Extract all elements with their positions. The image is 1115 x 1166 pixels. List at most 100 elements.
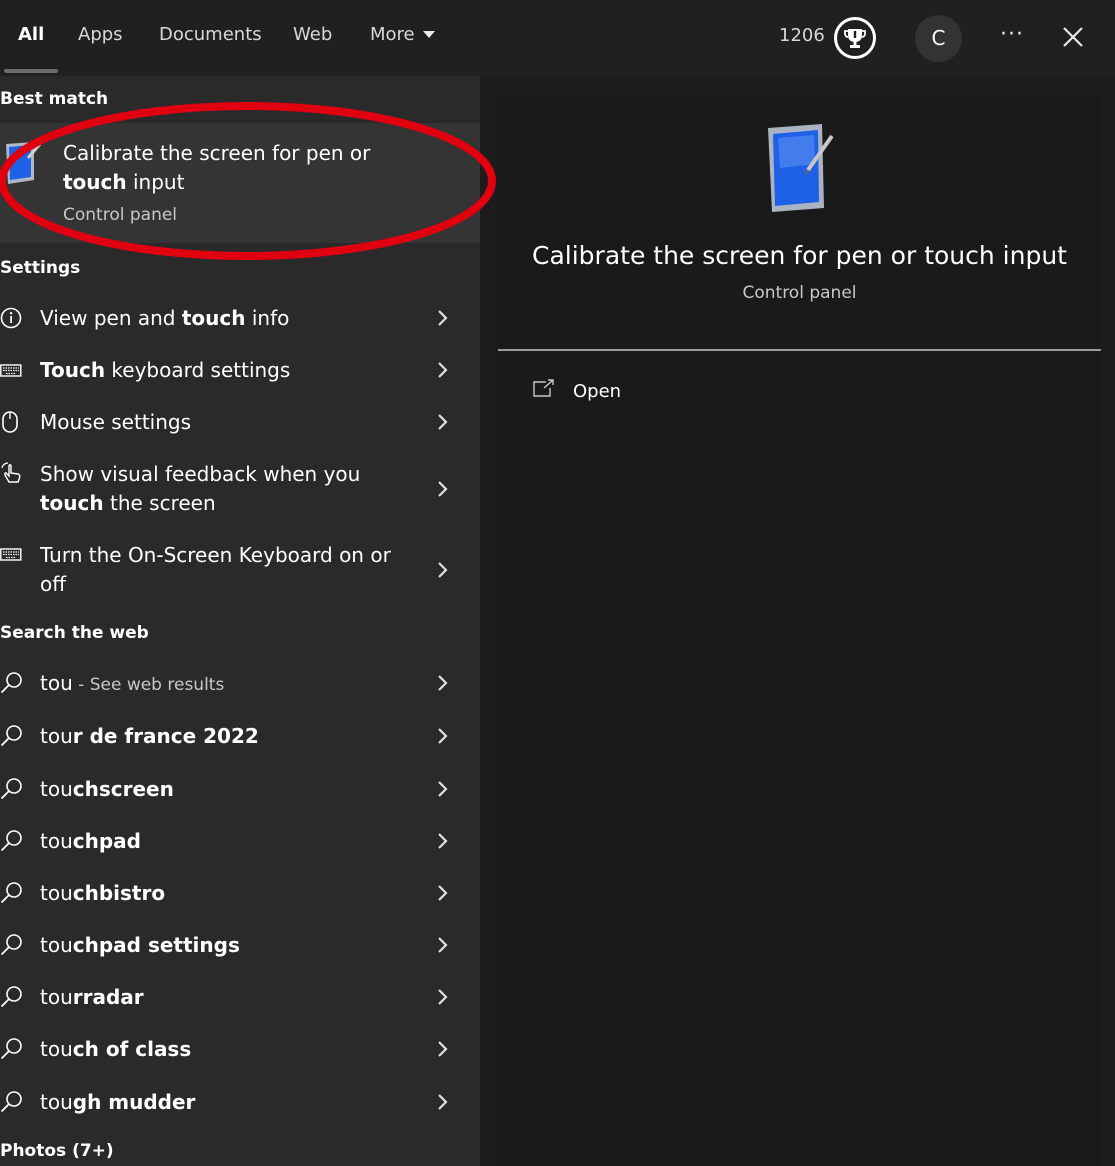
chevron-right-icon: [437, 988, 449, 1006]
best-match-title-post: input: [126, 170, 185, 194]
chevron-down-icon: [422, 31, 435, 38]
chevron-right-icon: [437, 361, 449, 379]
web-results-hint: - See web results: [72, 675, 225, 695]
web-suggestion-label: tourradar: [40, 983, 410, 1014]
label-part: tou: [40, 933, 73, 957]
preview-subtitle: Control panel: [742, 283, 857, 303]
label-match: chpad: [72, 829, 141, 853]
search-icon: [0, 724, 24, 748]
preview-divider: [498, 349, 1101, 351]
touch-hand-icon: [0, 462, 24, 486]
web-suggestion-label: touch of class: [40, 1035, 410, 1066]
label-part: tou: [40, 985, 73, 1009]
web-suggestion-label: touchpad: [40, 827, 410, 858]
label-part: tou: [40, 829, 73, 853]
best-match-subtitle: Control panel: [63, 205, 178, 225]
search-icon: [0, 1090, 24, 1114]
label-part: tou: [40, 1037, 73, 1061]
keyboard-icon: [0, 359, 24, 383]
tab-all[interactable]: All: [18, 24, 44, 45]
web-suggestion-label: touchpad settings: [40, 931, 410, 962]
label-match: touch: [40, 491, 104, 515]
close-icon[interactable]: [1061, 22, 1085, 52]
search-icon: [0, 933, 24, 957]
chevron-right-icon: [437, 674, 449, 692]
chevron-right-icon: [437, 884, 449, 902]
label-part: tou: [40, 671, 73, 695]
section-heading-search-web: Search the web: [0, 623, 149, 643]
label-match: Touch: [40, 358, 106, 382]
search-icon: [0, 671, 24, 695]
section-heading-best-match: Best match: [0, 89, 109, 109]
chevron-right-icon: [437, 413, 449, 431]
more-options-icon[interactable]: ···: [1000, 22, 1024, 47]
open-external-icon: [532, 378, 556, 400]
trophy-icon[interactable]: [834, 17, 876, 59]
label-match: gh mudder: [72, 1090, 196, 1114]
web-suggestion-label: touchscreen: [40, 775, 410, 806]
label-part: Turn the On-Screen Keyboard on or off: [40, 543, 391, 596]
search-icon: [0, 985, 24, 1009]
chevron-right-icon: [437, 1040, 449, 1058]
section-heading-settings: Settings: [0, 258, 81, 278]
label-part: tou: [40, 881, 73, 905]
label-match: chbistro: [72, 881, 166, 905]
chevron-right-icon: [437, 780, 449, 798]
label-part: the screen: [103, 491, 216, 515]
label-match: r de france 2022: [72, 724, 259, 748]
search-icon: [0, 881, 24, 905]
tab-web[interactable]: Web: [293, 24, 332, 45]
web-suggestion-label: touchbistro: [40, 879, 410, 910]
settings-item-label: View pen and touch info: [40, 304, 410, 333]
search-icon: [0, 1037, 24, 1061]
chevron-right-icon: [437, 727, 449, 745]
web-suggestion-label: tou - See web results: [40, 669, 410, 700]
tab-more[interactable]: More: [370, 24, 435, 45]
label-match: ch of class: [72, 1037, 192, 1061]
chevron-right-icon: [437, 561, 449, 579]
label-part: Mouse settings: [40, 410, 192, 434]
rewards-points[interactable]: 1206: [779, 25, 825, 46]
chevron-right-icon: [437, 832, 449, 850]
chevron-right-icon: [437, 1093, 449, 1111]
settings-item-label: Turn the On-Screen Keyboard on or off: [40, 541, 410, 599]
chevron-right-icon: [437, 309, 449, 327]
tab-apps[interactable]: Apps: [78, 24, 123, 45]
settings-item-label: Mouse settings: [40, 408, 410, 437]
label-match: chpad settings: [72, 933, 240, 957]
label-part: keyboard settings: [105, 358, 291, 382]
label-part: tou: [40, 724, 73, 748]
search-icon: [0, 829, 24, 853]
label-match: chscreen: [72, 777, 174, 801]
settings-item-label: Show visual feedback when you touch the …: [40, 460, 410, 518]
tab-documents[interactable]: Documents: [159, 24, 262, 45]
label-match: rradar: [72, 985, 144, 1009]
label-part: tou: [40, 1090, 73, 1114]
mouse-icon: [0, 410, 24, 434]
tab-more-label: More: [370, 24, 415, 45]
account-avatar[interactable]: C: [915, 15, 962, 62]
section-heading-photos[interactable]: Photos (7+): [0, 1141, 114, 1161]
tablet-pen-icon: [4, 140, 42, 186]
label-match: touch: [181, 306, 246, 330]
tablet-pen-icon: [766, 124, 836, 214]
preview-title: Calibrate the screen for pen or touch in…: [532, 241, 1067, 270]
info-icon: [0, 306, 24, 330]
settings-item-label: Touch keyboard settings: [40, 356, 410, 385]
label-part: tou: [40, 777, 73, 801]
chevron-right-icon: [437, 936, 449, 954]
label-part: View pen and: [40, 306, 182, 330]
best-match-title: Calibrate the screen for pen or touch in…: [63, 139, 393, 197]
label-part: Show visual feedback when you: [40, 462, 361, 486]
best-match-title-bold: touch: [63, 170, 127, 194]
chevron-right-icon: [437, 480, 449, 498]
keyboard-icon: [0, 543, 24, 567]
web-suggestion-label: tour de france 2022: [40, 722, 410, 753]
search-top-bar: All Apps Documents Web More 1206 C ···: [0, 0, 1115, 76]
best-match-title-pre: Calibrate the screen for pen or: [63, 141, 371, 165]
open-action[interactable]: Open: [573, 381, 621, 402]
label-part: info: [245, 306, 290, 330]
search-icon: [0, 777, 24, 801]
active-tab-indicator: [4, 69, 58, 73]
web-suggestion-label: tough mudder: [40, 1088, 410, 1119]
